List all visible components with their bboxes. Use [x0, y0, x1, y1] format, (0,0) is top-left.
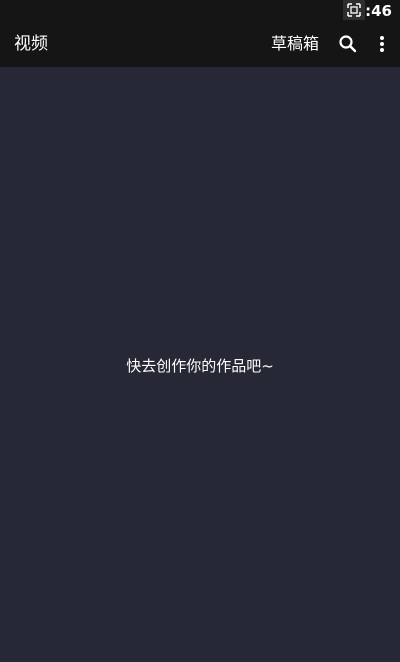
empty-state-message: 快去创作你的作品吧~: [126, 357, 274, 375]
video-list-area: 快去创作你的作品吧~: [0, 67, 400, 662]
status-time: :46: [365, 2, 392, 20]
more-vert-icon: [380, 36, 384, 52]
app-bar: 视频 草稿箱: [0, 22, 400, 67]
app-screen: :46 视频 草稿箱 快去创作你的作品吧~: [0, 0, 400, 662]
screenshot-icon: [343, 0, 365, 20]
drafts-button[interactable]: 草稿箱: [271, 33, 319, 55]
page-title: 视频: [14, 34, 48, 54]
status-bar: :46: [0, 0, 400, 22]
more-options-button[interactable]: [372, 33, 392, 55]
search-button[interactable]: [337, 33, 359, 55]
search-icon: [339, 35, 357, 53]
